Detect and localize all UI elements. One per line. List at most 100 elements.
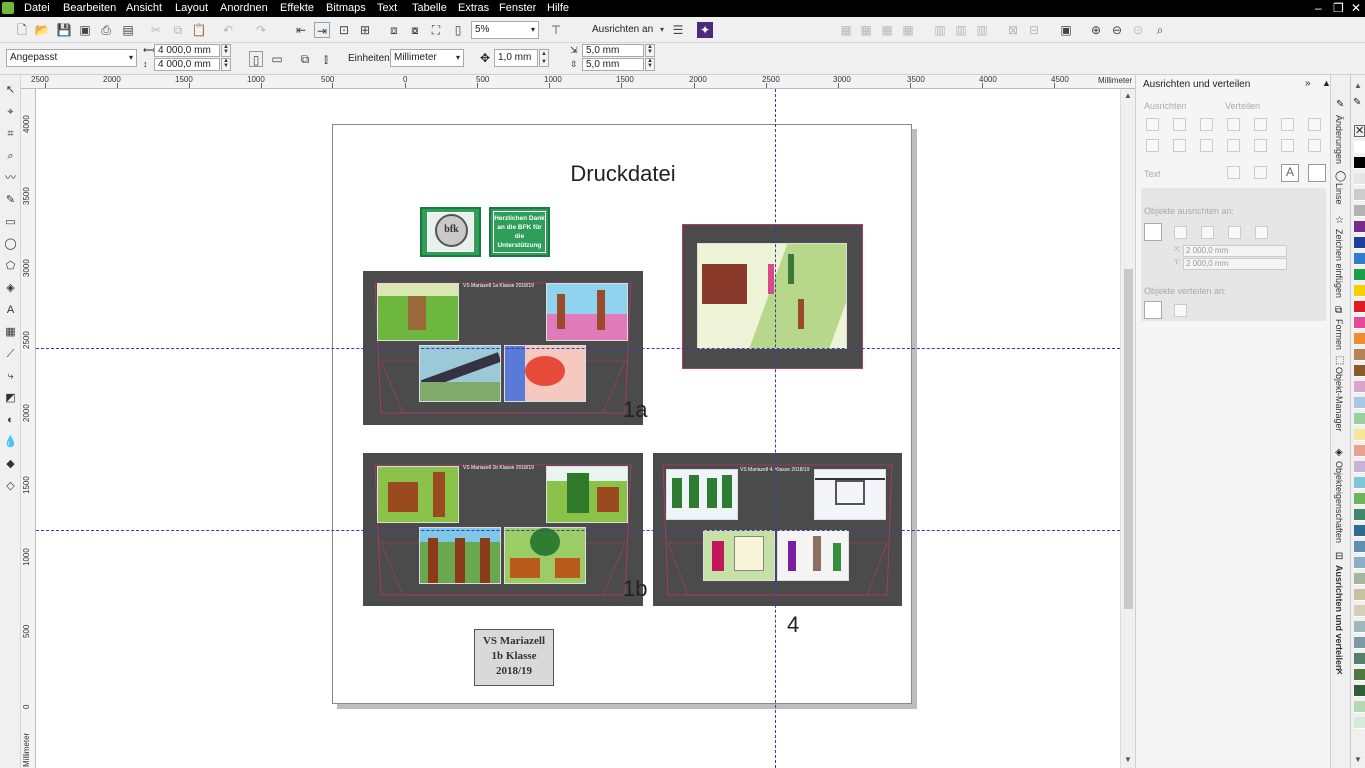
distribute-selection-icon[interactable]: [1144, 301, 1162, 319]
menu-fenster[interactable]: Fenster: [499, 2, 536, 14]
star-icon[interactable]: ☆: [1335, 215, 1344, 226]
color-swatch[interactable]: [1354, 301, 1365, 313]
x-coordinate-field[interactable]: 2 000,0 mm: [1183, 245, 1287, 257]
color-swatch[interactable]: [1354, 205, 1365, 217]
portrait-icon[interactable]: ▯: [249, 51, 263, 67]
distribute-tool-icon[interactable]: ▥: [953, 22, 969, 38]
height-spinner[interactable]: ▲ ▼: [221, 58, 231, 71]
color-swatch[interactable]: [1354, 493, 1365, 505]
color-swatch[interactable]: [1354, 445, 1365, 457]
drawing-thumbnail[interactable]: [377, 466, 459, 523]
show-rulers-icon[interactable]: ⊤: [548, 22, 564, 38]
vertical-ruler[interactable]: 4000 3500 3000 2500 2000 1500 1000 500 0…: [21, 89, 36, 768]
distribute-spacing-icon[interactable]: [1308, 118, 1321, 131]
zoom-page-icon[interactable]: ⌕: [1152, 22, 1168, 38]
duplicate-y-field[interactable]: 5,0 mm: [582, 58, 644, 71]
redo-icon[interactable]: ↷: [253, 22, 269, 38]
view-mode-icon[interactable]: ▣: [1058, 22, 1074, 38]
color-swatch[interactable]: [1354, 477, 1365, 489]
scrollbar-thumb[interactable]: [1124, 269, 1133, 609]
color-swatch[interactable]: [1354, 333, 1365, 345]
color-swatch[interactable]: [1354, 173, 1365, 185]
drawing-thumbnail[interactable]: [703, 530, 775, 581]
drawing-thumbnail[interactable]: [546, 283, 628, 341]
restore-icon[interactable]: ❐: [1333, 1, 1344, 15]
application-launcher-icon[interactable]: ⊞: [357, 22, 373, 38]
duplicate-x-spinner[interactable]: ▲ ▼: [645, 44, 655, 57]
drawing-thumbnail[interactable]: [546, 466, 628, 523]
options-icon[interactable]: ☰: [670, 22, 686, 38]
align-top-icon[interactable]: [1146, 139, 1159, 152]
align-icon[interactable]: ⊟: [1335, 551, 1343, 562]
all-pages-icon[interactable]: ⧉: [297, 51, 313, 67]
artistic-media-icon[interactable]: ✎: [3, 193, 18, 208]
color-swatch[interactable]: [1354, 413, 1365, 425]
zoom-out-icon[interactable]: ⊖: [1109, 22, 1125, 38]
tab-shapes[interactable]: Formen: [1334, 319, 1344, 350]
color-swatch[interactable]: [1354, 397, 1365, 409]
interactive-fill-icon[interactable]: ◆: [3, 457, 18, 472]
tab-object-manager[interactable]: Objekt-Manager: [1334, 367, 1344, 432]
group-label-4[interactable]: 4: [787, 612, 799, 638]
outline-icon[interactable]: [1308, 164, 1326, 182]
grid-icon[interactable]: [1228, 226, 1241, 239]
menu-anordnen[interactable]: Anordnen: [220, 2, 268, 14]
color-swatch[interactable]: [1354, 221, 1365, 233]
drawing-thumbnail[interactable]: [419, 527, 501, 584]
align-tool-icon[interactable]: ▦: [838, 22, 854, 38]
color-swatch[interactable]: [1354, 589, 1365, 601]
featured-drawing[interactable]: [697, 243, 847, 349]
width-spinner[interactable]: ▲ ▼: [221, 44, 231, 57]
color-swatch[interactable]: [1354, 253, 1365, 265]
hints-icon[interactable]: ✎: [1336, 99, 1344, 110]
tab-lens[interactable]: Linse: [1334, 183, 1344, 205]
object-manager-icon[interactable]: ⬚: [1335, 355, 1344, 366]
print-icon[interactable]: ⎙: [98, 22, 114, 38]
menu-bitmaps[interactable]: Bitmaps: [326, 2, 366, 14]
text-first-line-icon[interactable]: [1227, 166, 1240, 179]
color-swatch[interactable]: [1354, 717, 1365, 729]
drawing-thumbnail[interactable]: [777, 530, 849, 581]
menu-tabelle[interactable]: Tabelle: [412, 2, 447, 14]
rectangle-tool-icon[interactable]: ▭: [3, 215, 18, 230]
align-bottom-icon[interactable]: [1200, 139, 1213, 152]
y-coordinate-field[interactable]: 2 000,0 mm: [1183, 258, 1287, 270]
menu-text[interactable]: Text: [377, 2, 397, 14]
drawing-thumbnail[interactable]: [814, 469, 886, 520]
horizontal-ruler[interactable]: 2500 2000 1500 1000 500 0 500 1000 1500 …: [21, 75, 1135, 89]
units-select[interactable]: Millimeter ▾: [390, 49, 464, 67]
distribute-left-icon[interactable]: [1227, 118, 1240, 131]
corel-connect-icon[interactable]: ✦: [697, 22, 713, 38]
color-swatch[interactable]: [1354, 269, 1365, 281]
basic-shapes-icon[interactable]: ◈: [3, 281, 18, 296]
color-swatch[interactable]: [1354, 285, 1365, 297]
horizontal-guideline[interactable]: [36, 530, 1120, 531]
break-apart-icon[interactable]: ⊟: [1026, 22, 1042, 38]
align-tool-icon[interactable]: ▦: [879, 22, 895, 38]
vertical-guideline[interactable]: [775, 89, 776, 768]
close-tab-icon[interactable]: ✕: [1336, 667, 1344, 678]
document-page[interactable]: Druckdatei bfk Herzlichen Dank an die BF…: [332, 124, 912, 704]
color-swatch[interactable]: [1354, 669, 1365, 681]
save-icon[interactable]: 💾: [56, 22, 72, 38]
publish-icon[interactable]: ▤: [120, 22, 136, 38]
color-swatch[interactable]: [1354, 637, 1365, 649]
drop-shadow-icon[interactable]: ◩: [3, 391, 18, 406]
palette-scroll-down-icon[interactable]: ▼: [1354, 755, 1362, 764]
page-edge-icon[interactable]: [1174, 226, 1187, 239]
bfk-logo[interactable]: bfk: [420, 207, 481, 257]
tab-insert-character[interactable]: Zeichen einfügen: [1334, 229, 1344, 298]
color-swatch[interactable]: [1354, 605, 1365, 617]
color-swatch[interactable]: [1354, 365, 1365, 377]
properties-icon[interactable]: ◈: [1335, 447, 1343, 458]
palette-scroll-up-icon[interactable]: ▲: [1354, 81, 1362, 90]
current-page-icon[interactable]: ⫾: [318, 51, 334, 67]
color-swatch[interactable]: [1354, 685, 1365, 697]
menu-effekte[interactable]: Effekte: [280, 2, 314, 14]
color-swatch[interactable]: [1354, 541, 1365, 553]
align-right-icon[interactable]: [1200, 118, 1213, 131]
save-as-icon[interactable]: ▣: [77, 22, 93, 38]
align-tool-icon[interactable]: ▦: [858, 22, 874, 38]
shape-tool-icon[interactable]: ⌖: [3, 105, 18, 120]
color-swatch[interactable]: [1354, 557, 1365, 569]
